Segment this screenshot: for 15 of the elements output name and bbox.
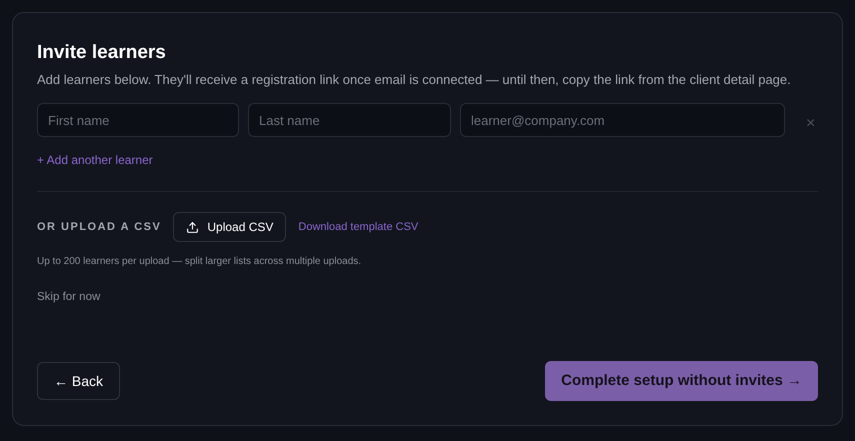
- input-field[interactable]: First name: [37, 103, 239, 137]
- upload-icon: [186, 220, 200, 234]
- page-title: Invite learners: [37, 41, 167, 65]
- section-heading: OR UPLOAD A CSV: [37, 220, 162, 235]
- description: Add learners below. They'll receive a registration link once email is connected — until then, copy the link from the client detail page.: [37, 71, 792, 89]
- input-field[interactable]: learner@company.com: [460, 103, 785, 137]
- add-learner-link[interactable]: + Add another learner: [37, 151, 153, 169]
- remove-button[interactable]: ×: [806, 116, 816, 132]
- back-button[interactable]: ← Back: [37, 362, 120, 400]
- upload-csv-button[interactable]: Upload CSV: [173, 212, 286, 242]
- input-field[interactable]: Last name: [248, 103, 451, 137]
- skip-link[interactable]: Skip for now: [37, 289, 100, 306]
- download-template-link[interactable]: Download template CSV: [298, 218, 418, 236]
- upload-note: Up to 200 learners per upload — split larger lists across multiple uploads.: [37, 255, 362, 269]
- complete-setup-button[interactable]: Complete setup without invites →: [545, 361, 818, 401]
